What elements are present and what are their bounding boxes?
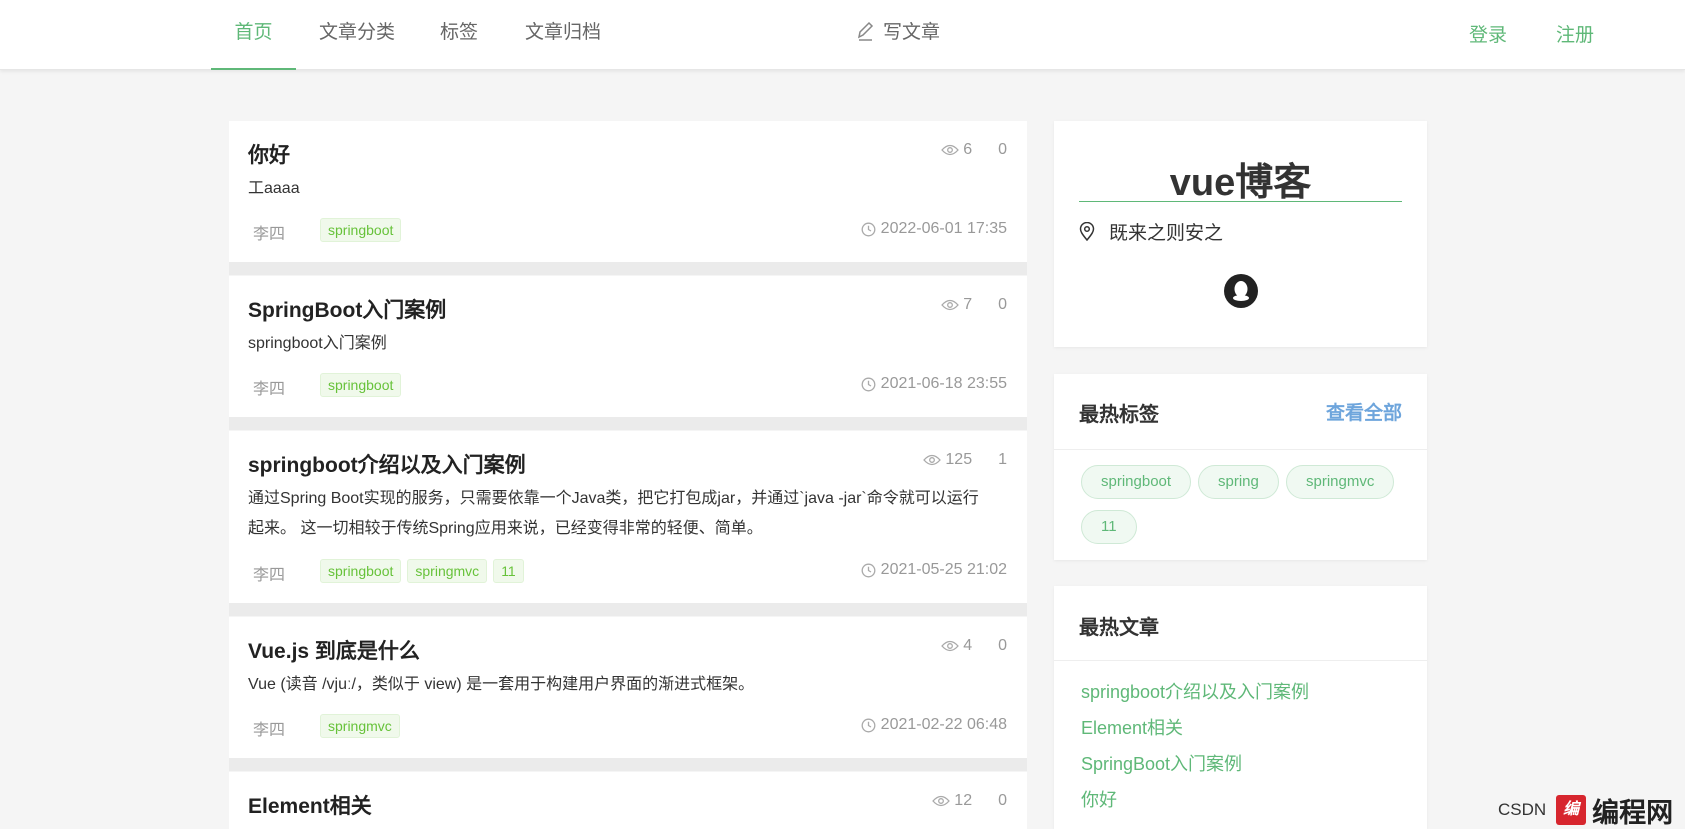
date-text: 2021-06-18 23:55 [880, 375, 1007, 392]
hot-tag[interactable]: 11 [1081, 510, 1137, 544]
article-author: 李四 [253, 226, 286, 243]
article-stats: 4 0 [941, 637, 1007, 655]
article-tag[interactable]: springboot [320, 559, 402, 583]
article-summary: springboot入门案例 [248, 335, 387, 352]
clock-icon [861, 377, 876, 391]
clock-icon [861, 222, 876, 236]
view-count: 7 [963, 296, 973, 313]
hot-tags-title: 最热标签 [1079, 404, 1159, 426]
nav-tags[interactable]: 标签 [431, 0, 487, 70]
article-summary: 通过Spring Boot实现的服务，只需要依靠一个Java类，把它打包成jar… [248, 484, 1008, 544]
comment-count: 0 [998, 141, 1007, 158]
hot-article-link[interactable]: Element相关 [1081, 714, 1183, 740]
divider [1054, 660, 1427, 661]
article-stats: 125 1 [923, 451, 1007, 469]
hot-article-link[interactable]: SpringBoot入门案例 [1081, 750, 1242, 776]
comment-count: 1 [998, 451, 1007, 468]
article-author: 李四 [253, 381, 286, 398]
hot-tag[interactable]: springmvc [1286, 465, 1395, 499]
clock-icon [861, 718, 876, 732]
summary-line: 起来。 这一切相较于传统Spring应用来说，已经变得非常的轻便、简单。 [248, 520, 763, 537]
hot-article-link[interactable]: springboot介绍以及入门案例 [1081, 678, 1309, 704]
qq-icon[interactable] [1224, 274, 1258, 308]
date-text: 2022-06-01 17:35 [880, 220, 1007, 237]
eye-icon [941, 299, 960, 311]
article-author: 李四 [253, 567, 286, 584]
divider [1054, 449, 1427, 450]
view-all-link[interactable]: 查看全部 [1326, 398, 1402, 425]
article-tag[interactable]: springboot [320, 218, 402, 242]
login-link[interactable]: 登录 [1469, 0, 1507, 70]
article-card[interactable]: 你好 6 0 工aaaa 李四 springboot 2022-06-01 17… [229, 121, 1027, 275]
hot-articles-panel: 最热文章 springboot介绍以及入门案例 Element相关 Spring… [1054, 586, 1427, 829]
article-stats: 12 0 [932, 792, 1007, 810]
comment-count: 0 [998, 637, 1007, 654]
article-tag[interactable]: 11 [493, 559, 524, 583]
register-link[interactable]: 注册 [1556, 0, 1594, 70]
location-pin-icon [1079, 222, 1095, 241]
site-logo-icon: 编 [1556, 795, 1587, 825]
comment-count: 0 [998, 792, 1007, 809]
clock-icon [861, 563, 876, 577]
view-count: 6 [963, 141, 973, 158]
article-tags: springboot [320, 373, 407, 397]
hot-tags-panel: 最热标签 查看全部 springboot spring springmvc 11 [1054, 374, 1427, 560]
date-text: 2021-02-22 06:48 [880, 716, 1007, 733]
nav-archive[interactable]: 文章归档 [518, 0, 608, 70]
article-author: 李四 [253, 722, 286, 739]
divider [1079, 201, 1402, 202]
article-title[interactable]: springboot介绍以及入门案例 [248, 449, 526, 479]
hot-tag[interactable]: spring [1198, 465, 1279, 499]
article-tags: springboot [320, 218, 407, 242]
article-summary: Vue (读音 /vjuː/，类似于 view) 是一套用于构建用户界面的渐进式… [248, 676, 755, 693]
blog-motto: 既来之则安之 [1079, 218, 1223, 245]
article-title[interactable]: SpringBoot入门案例 [248, 294, 446, 324]
qq-penguin-glyph [1233, 281, 1249, 301]
write-article-label: 写文章 [883, 22, 941, 43]
summary-line: 通过Spring Boot实现的服务，只需要依靠一个Java类，把它打包成jar… [248, 490, 979, 507]
csdn-watermark-text: CSDN [1498, 800, 1547, 819]
article-tag[interactable]: springmvc [407, 559, 488, 583]
hot-tag[interactable]: springboot [1081, 465, 1192, 499]
motto-text: 既来之则安之 [1109, 223, 1224, 244]
date-text: 2021-05-25 21:02 [880, 561, 1007, 578]
eye-icon [941, 640, 960, 652]
view-count: 125 [945, 451, 973, 468]
article-tags: springboot springmvc 11 [320, 559, 530, 583]
article-title[interactable]: Element相关 [248, 790, 372, 820]
view-count: 4 [963, 637, 973, 654]
view-count: 12 [954, 792, 973, 809]
blog-name: vue博客 [1169, 162, 1312, 204]
eye-icon [941, 144, 960, 156]
article-card[interactable]: Element相关 12 0 [229, 772, 1027, 829]
profile-panel: vue博客 既来之则安之 [1054, 121, 1427, 347]
article-date: 2022-06-01 17:35 [861, 220, 1007, 238]
article-card[interactable]: springboot介绍以及入门案例 125 1 通过Spring Boot实现… [229, 431, 1027, 616]
article-stats: 6 0 [941, 141, 1007, 159]
article-title[interactable]: 你好 [248, 139, 290, 169]
hot-articles-title: 最热文章 [1079, 617, 1159, 639]
comment-count: 0 [998, 296, 1007, 313]
article-date: 2021-02-22 06:48 [861, 716, 1007, 734]
site-watermark: CSDN 编 编程网 [1498, 793, 1674, 828]
write-article-link[interactable]: 写文章 [855, 0, 940, 70]
article-stats: 7 0 [941, 296, 1007, 314]
hot-article-link[interactable]: 你好 [1081, 786, 1117, 812]
article-tags: springmvc [320, 714, 406, 738]
nav-categories[interactable]: 文章分类 [312, 0, 402, 70]
article-title[interactable]: Vue.js 到底是什么 [248, 635, 420, 665]
article-date: 2021-05-25 21:02 [861, 561, 1007, 579]
article-card[interactable]: SpringBoot入门案例 7 0 springboot入门案例 李四 spr… [229, 276, 1027, 430]
eye-icon [932, 795, 951, 807]
article-date: 2021-06-18 23:55 [861, 375, 1007, 393]
nav-home[interactable]: 首页 [211, 0, 296, 70]
top-navbar: 首页 文章分类 标签 文章归档 写文章 登录 注册 [0, 0, 1685, 70]
article-tag[interactable]: springmvc [320, 714, 400, 738]
pencil-icon [857, 21, 874, 41]
site-name-text: 编程网 [1592, 797, 1674, 828]
article-tag[interactable]: springboot [320, 373, 402, 397]
eye-icon [923, 454, 942, 466]
article-card[interactable]: Vue.js 到底是什么 4 0 Vue (读音 /vjuː/，类似于 view… [229, 617, 1027, 771]
article-summary: 工aaaa [248, 180, 300, 197]
